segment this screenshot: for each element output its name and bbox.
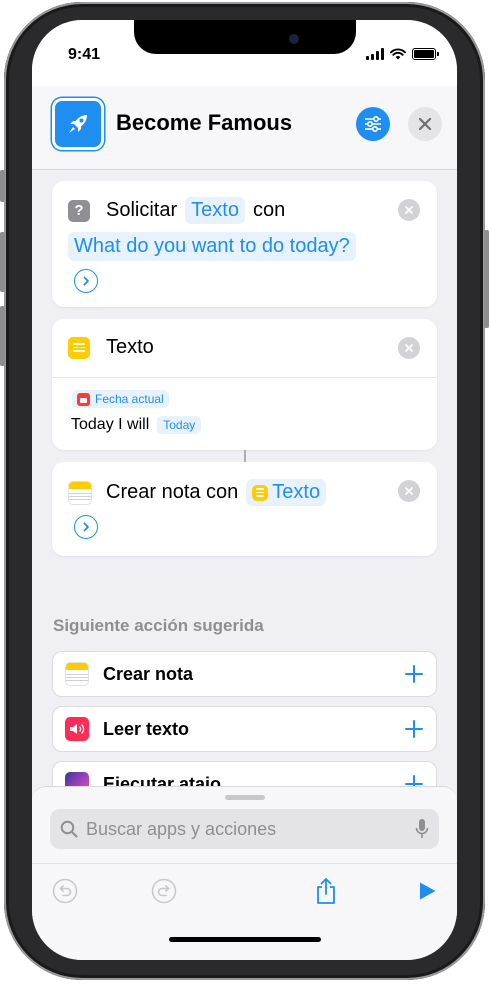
battery-icon bbox=[412, 48, 439, 60]
close-icon bbox=[405, 206, 413, 214]
volume-down-button bbox=[0, 306, 5, 366]
ask-for-input-action[interactable]: ? Solicitar Texto con What do you want t… bbox=[52, 181, 437, 307]
volume-up-button bbox=[0, 232, 5, 292]
settings-button[interactable] bbox=[356, 107, 390, 141]
front-camera bbox=[289, 34, 299, 44]
search-icon bbox=[60, 820, 78, 838]
text-action-header: Texto bbox=[68, 336, 154, 359]
cellular-signal-icon bbox=[366, 48, 384, 60]
remove-action-button[interactable] bbox=[398, 480, 420, 502]
input-type-token[interactable]: Texto bbox=[185, 197, 245, 224]
home-indicator bbox=[169, 937, 321, 942]
sliders-icon bbox=[365, 116, 381, 132]
undo-button[interactable] bbox=[51, 877, 79, 905]
action-connector bbox=[244, 450, 246, 462]
action-search-sheet: Buscar apps y acciones bbox=[32, 786, 457, 960]
rocket-icon bbox=[69, 115, 87, 133]
question-mark-icon: ? bbox=[68, 199, 90, 222]
close-icon bbox=[405, 344, 413, 352]
shortcut-title: Become Famous bbox=[116, 110, 293, 135]
redo-icon bbox=[151, 878, 177, 904]
plus-icon[interactable] bbox=[404, 664, 424, 684]
suggestion-speak-text[interactable]: Leer texto bbox=[52, 706, 437, 752]
create-note-label: Crear nota con bbox=[106, 481, 239, 503]
ask-action-label: Solicitar bbox=[106, 199, 178, 221]
text-content[interactable]: Today I will Today bbox=[71, 416, 202, 434]
screen: 9:41 Become Famous ? Solicitar Texto con… bbox=[32, 20, 457, 960]
search-input[interactable]: Buscar apps y acciones bbox=[50, 809, 439, 849]
text-action[interactable]: Texto Fecha actual Today I will Today bbox=[52, 319, 437, 450]
text-icon bbox=[68, 336, 90, 359]
text-icon bbox=[252, 484, 269, 501]
remove-action-button[interactable] bbox=[398, 337, 420, 359]
plus-icon[interactable] bbox=[404, 719, 424, 739]
status-icons bbox=[366, 48, 439, 60]
notch bbox=[134, 20, 356, 54]
wifi-icon bbox=[390, 48, 406, 60]
text-content-body: Today I will bbox=[71, 416, 150, 433]
note-content-token[interactable]: Texto bbox=[246, 479, 327, 506]
suggestion-label: Crear nota bbox=[103, 663, 194, 684]
undo-icon bbox=[52, 878, 78, 904]
side-button bbox=[484, 230, 489, 328]
sheet-grabber[interactable] bbox=[225, 795, 265, 800]
chevron-right-icon bbox=[83, 276, 89, 286]
microphone-icon[interactable] bbox=[415, 818, 429, 840]
close-icon bbox=[405, 487, 413, 495]
suggestion-create-note[interactable]: Crear nota bbox=[52, 651, 437, 697]
prompt-token[interactable]: What do you want to do today? bbox=[68, 232, 356, 261]
shortcut-icon[interactable] bbox=[52, 98, 104, 150]
search-placeholder: Buscar apps y acciones bbox=[86, 818, 277, 839]
ask-action-header: ? Solicitar Texto con bbox=[68, 197, 285, 224]
today-token[interactable]: Today bbox=[157, 416, 202, 434]
shortcut-header: Become Famous bbox=[32, 86, 457, 170]
close-icon bbox=[418, 117, 432, 131]
run-button[interactable] bbox=[413, 877, 441, 905]
speaker-icon bbox=[65, 717, 89, 741]
suggested-actions-title: Siguiente acción sugerida bbox=[53, 616, 264, 635]
share-button[interactable] bbox=[312, 877, 340, 905]
note-content-token-label: Texto bbox=[272, 481, 321, 503]
suggestion-label: Leer texto bbox=[103, 718, 190, 739]
calendar-icon bbox=[77, 392, 90, 406]
ask-connector-label: con bbox=[252, 199, 286, 221]
create-note-action[interactable]: Crear nota con Texto bbox=[52, 462, 437, 556]
card-divider bbox=[52, 377, 437, 378]
share-icon bbox=[317, 878, 335, 904]
expand-options-button[interactable] bbox=[74, 269, 98, 293]
expand-options-button[interactable] bbox=[74, 515, 98, 539]
current-date-label: Fecha actual bbox=[95, 392, 164, 406]
redo-button[interactable] bbox=[150, 877, 178, 905]
current-date-token[interactable]: Fecha actual bbox=[72, 390, 169, 408]
chevron-right-icon bbox=[83, 522, 89, 532]
create-note-header: Crear nota con Texto bbox=[68, 479, 334, 506]
mute-switch bbox=[0, 170, 5, 202]
toolbar-divider bbox=[32, 863, 457, 864]
notes-icon bbox=[65, 662, 89, 686]
status-time: 9:41 bbox=[68, 46, 101, 63]
remove-action-button[interactable] bbox=[398, 199, 420, 221]
play-icon bbox=[420, 882, 436, 900]
notes-icon bbox=[68, 480, 92, 505]
close-button[interactable] bbox=[408, 107, 442, 141]
text-action-label: Texto bbox=[106, 336, 154, 358]
